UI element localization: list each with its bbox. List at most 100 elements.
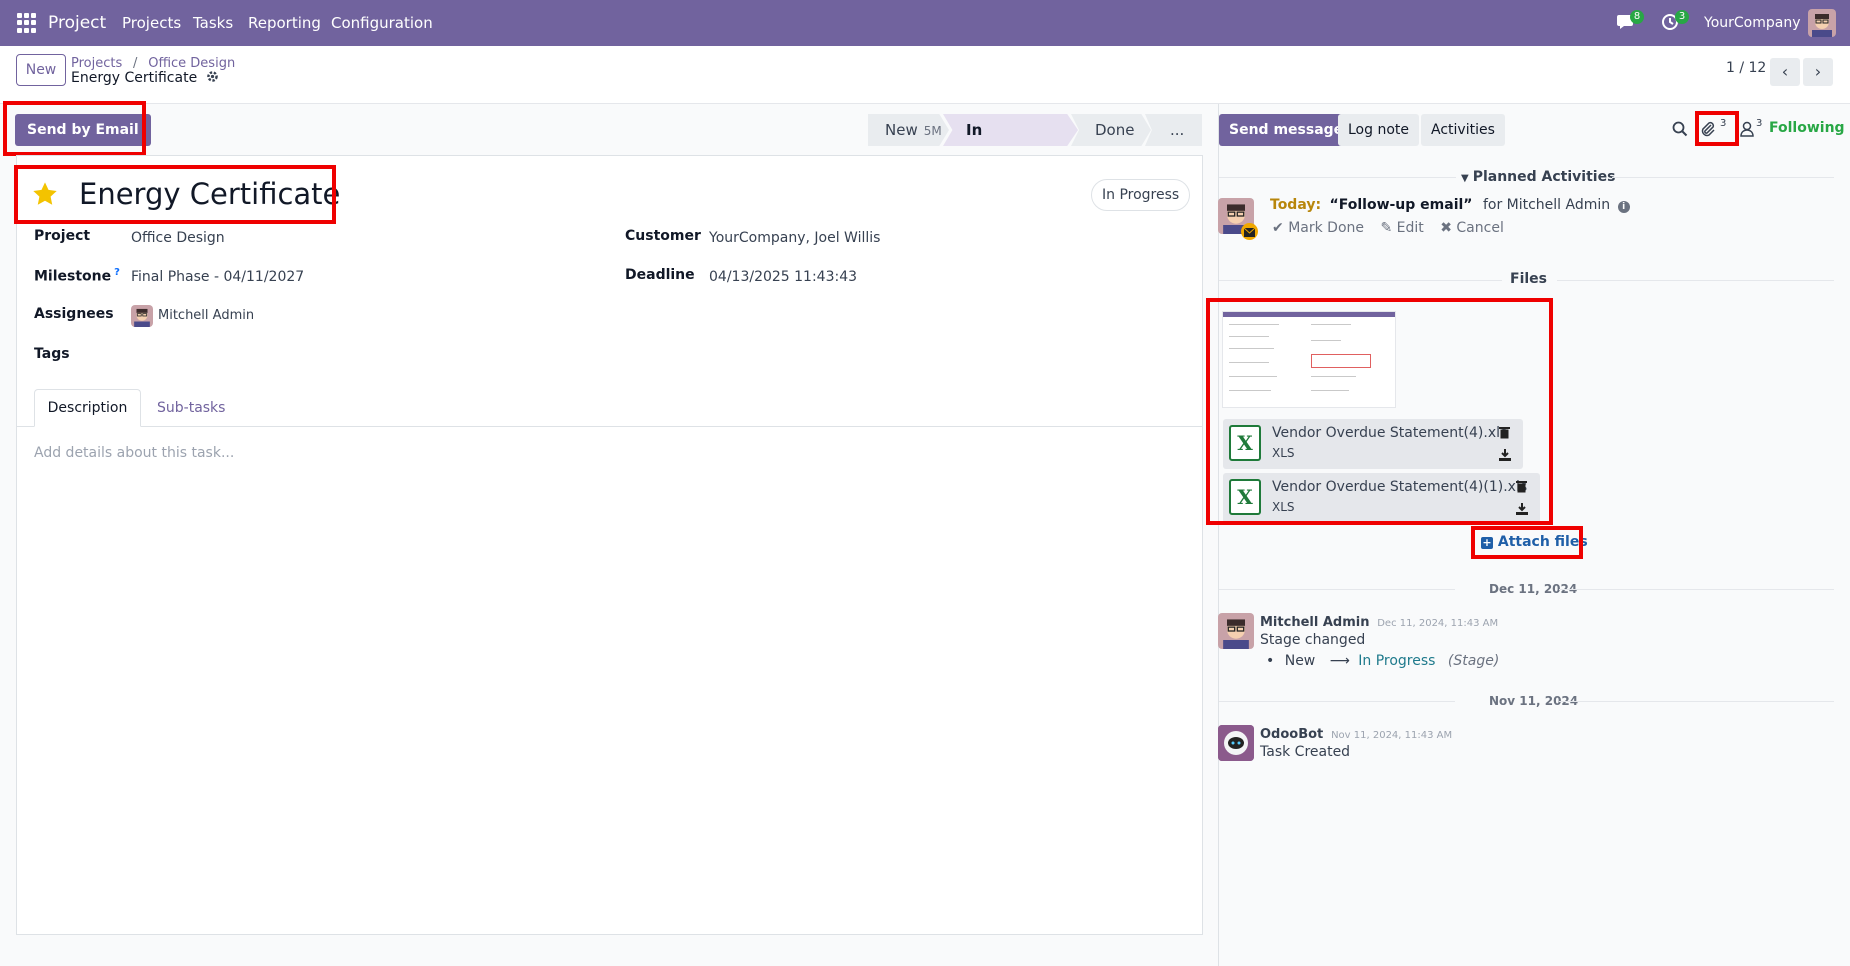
breadcrumb-office-design[interactable]: Office Design	[148, 56, 235, 71]
message-datetime: Dec 11, 2024, 11:43 AM	[1377, 618, 1499, 629]
breadcrumb: Projects / Office Design	[71, 53, 235, 71]
customer-field[interactable]: YourCompany, Joel Willis	[709, 230, 880, 246]
tracking-new-value: In Progress	[1358, 653, 1436, 669]
app-name[interactable]: Project	[48, 0, 106, 46]
gear-icon[interactable]	[206, 70, 219, 86]
plus-square-icon: +	[1481, 536, 1493, 549]
download-icon[interactable]	[1499, 447, 1511, 465]
file-card[interactable]: X Vendor Overdue Statement(4).xls XLS	[1223, 419, 1523, 469]
star-icon[interactable]	[31, 180, 59, 212]
state-badge[interactable]: In Progress	[1091, 179, 1191, 211]
stage-done[interactable]: Done	[1071, 114, 1151, 146]
deadline-field[interactable]: 04/13/2025 11:43:43	[709, 269, 857, 285]
messages-icon[interactable]: 8	[1616, 10, 1644, 33]
menu-tasks[interactable]: Tasks	[193, 0, 233, 46]
planned-separator-left	[1219, 177, 1456, 178]
message-author[interactable]: OdooBot	[1260, 727, 1323, 742]
file-extension: XLS	[1272, 500, 1295, 514]
attach-files-button[interactable]: + Attach files	[1481, 534, 1588, 550]
activity-summary: “Follow-up email”	[1329, 197, 1473, 213]
file-extension: XLS	[1272, 446, 1295, 460]
tracking-value: • New ⟶ In Progress (Stage)	[1266, 653, 1499, 669]
menu-reporting[interactable]: Reporting	[248, 0, 321, 46]
activities-clock-icon[interactable]: 3	[1661, 10, 1689, 33]
message-author[interactable]: Mitchell Admin	[1260, 615, 1369, 630]
message-header: OdooBot Nov 11, 2024, 11:43 AM	[1260, 724, 1452, 742]
pager-next-button[interactable]: ›	[1803, 58, 1833, 86]
message-header: Mitchell Admin Dec 11, 2024, 11:43 AM	[1260, 612, 1498, 630]
stage-new-label: New	[885, 121, 918, 139]
activities-button[interactable]: Activities	[1421, 114, 1505, 146]
send-message-button[interactable]: Send message	[1219, 114, 1354, 146]
attach-files-label: Attach files	[1497, 534, 1588, 550]
breadcrumb-separator: /	[133, 56, 138, 71]
file-name: Vendor Overdue Statement(4)(1).xls	[1272, 479, 1528, 495]
log-note-button[interactable]: Log note	[1338, 114, 1419, 146]
close-icon: ✖	[1440, 220, 1452, 236]
trash-icon[interactable]	[1499, 425, 1510, 443]
pencil-icon: ✎	[1380, 220, 1393, 236]
following-button[interactable]: Following	[1769, 120, 1845, 136]
search-icon[interactable]	[1672, 121, 1688, 141]
followers-count: 3	[1756, 118, 1763, 129]
control-panel: New Projects / Office Design Energy Cert…	[0, 46, 1850, 104]
message-body: Task Created	[1260, 744, 1351, 760]
tab-description[interactable]: Description	[34, 389, 141, 427]
bullet: •	[1266, 653, 1275, 669]
activity-line: Today: “Follow-up email” for Mitchell Ad…	[1270, 197, 1630, 213]
tab-sub-tasks[interactable]: Sub-tasks	[157, 389, 225, 427]
attachments-count: 3	[1720, 118, 1727, 129]
project-field[interactable]: Office Design	[131, 230, 225, 246]
image-attachment-thumbnail[interactable]	[1222, 311, 1396, 408]
user-avatar[interactable]	[1808, 9, 1836, 37]
menu-configuration[interactable]: Configuration	[331, 0, 433, 46]
new-button[interactable]: New	[16, 54, 66, 86]
stage-done-label: Done	[1095, 121, 1135, 139]
info-icon[interactable]: i	[1617, 201, 1630, 213]
files-title: Files	[1510, 271, 1547, 287]
menu-projects[interactable]: Projects	[122, 0, 181, 46]
assignees-label: Assignees	[34, 306, 114, 322]
odoobot-avatar[interactable]	[1218, 725, 1254, 761]
cancel-activity-button[interactable]: ✖ Cancel	[1440, 220, 1504, 236]
activities-badge: 3	[1675, 10, 1689, 24]
message-datetime: Nov 11, 2024, 11:43 AM	[1331, 730, 1453, 741]
excel-file-icon: X	[1229, 479, 1261, 515]
pager-value[interactable]: 1 / 12	[1726, 60, 1766, 76]
stage-more-label: ...	[1170, 121, 1185, 139]
check-icon: ✔	[1272, 220, 1284, 236]
company-switcher[interactable]: YourCompany	[1704, 0, 1801, 46]
activity-assignee: for Mitchell Admin	[1482, 197, 1611, 213]
milestone-help-icon[interactable]: ?	[114, 267, 120, 278]
attachments-button[interactable]: 3	[1700, 118, 1736, 140]
download-icon[interactable]	[1516, 501, 1528, 519]
excel-file-icon: X	[1229, 425, 1261, 461]
planned-activities-title: Planned Activities	[1472, 169, 1616, 185]
trash-icon[interactable]	[1516, 479, 1527, 497]
planned-activities-toggle[interactable]: ▼ Planned Activities	[1461, 169, 1615, 185]
mark-done-button[interactable]: ✔ Mark Done	[1272, 220, 1364, 236]
description-editor[interactable]: Add details about this task...	[34, 445, 234, 461]
task-title[interactable]: Energy Certificate	[79, 177, 340, 211]
planned-separator-right	[1612, 177, 1834, 178]
stage-new[interactable]: New 5M	[868, 114, 949, 146]
send-by-email-button[interactable]: Send by Email	[15, 114, 151, 146]
breadcrumb-projects[interactable]: Projects	[71, 56, 122, 71]
milestone-label: Milestone?	[34, 267, 120, 285]
followers-button[interactable]: 3	[1740, 118, 1768, 140]
edit-activity-button[interactable]: ✎ Edit	[1380, 220, 1423, 236]
file-card[interactable]: X Vendor Overdue Statement(4)(1).xls XLS	[1223, 473, 1540, 523]
milestone-field[interactable]: Final Phase - 04/11/2027	[131, 269, 304, 285]
paperclip-icon	[1700, 121, 1716, 141]
edit-label: Edit	[1396, 220, 1424, 236]
apps-menu-icon[interactable]	[17, 13, 37, 33]
breadcrumb-current-label: Energy Certificate	[71, 70, 198, 86]
stage-in-progress[interactable]: In Progress1m	[943, 114, 1078, 146]
stage-more[interactable]: ...	[1145, 114, 1202, 146]
envelope-icon	[1241, 223, 1258, 240]
pager-previous-button[interactable]: ‹	[1770, 58, 1800, 86]
assignee-avatar	[131, 305, 153, 327]
message-author-avatar[interactable]	[1218, 613, 1254, 649]
date-separator-line	[1559, 701, 1834, 702]
breadcrumb-current: Energy Certificate	[71, 70, 219, 86]
